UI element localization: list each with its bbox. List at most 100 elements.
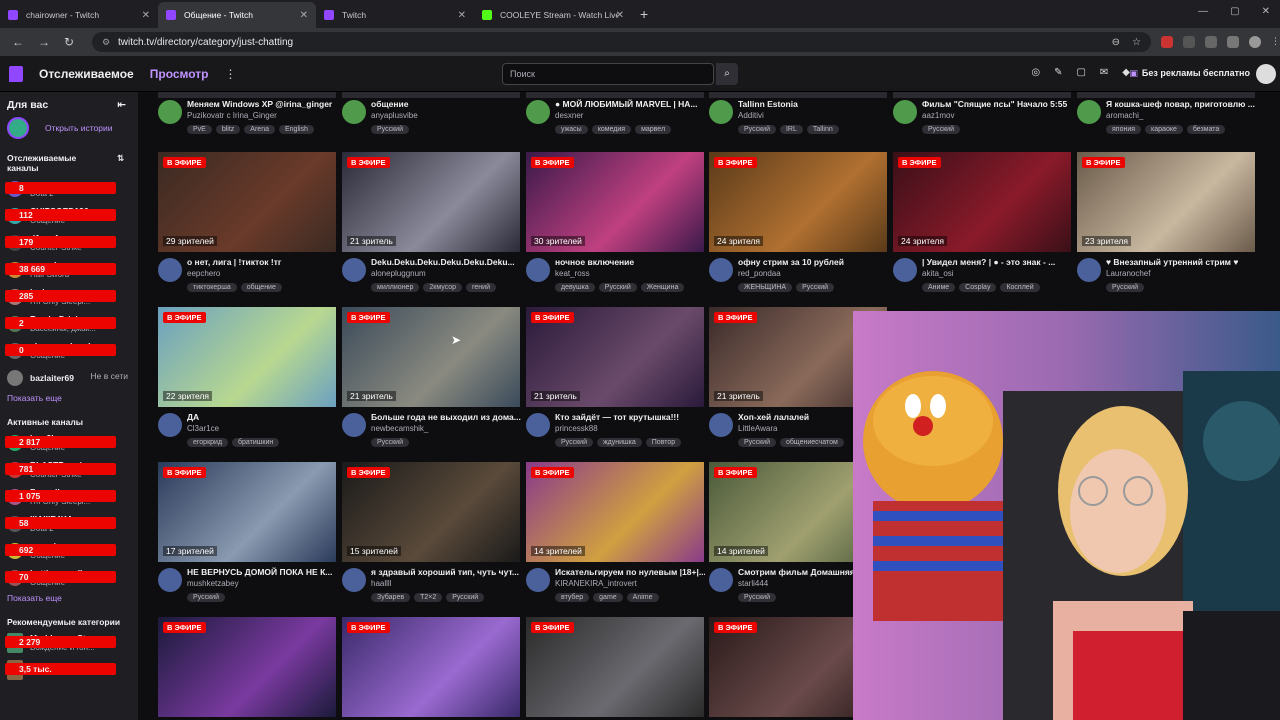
stream-card[interactable]: В ЭФИРЕ 14 зрителей Искательгируем по нуле… [526, 462, 705, 608]
tag[interactable]: Повтор [645, 438, 682, 447]
sidebar-channel[interactable]: caseoh_Half Sword38 669 [0, 256, 138, 283]
channel-name[interactable]: starli444 [738, 579, 768, 588]
tag[interactable]: Русский [555, 438, 593, 447]
sidebar-channel[interactable]: leva2kОбщение2 817 [0, 429, 138, 456]
close-window-icon[interactable]: ✕ [1262, 6, 1270, 17]
channel-name[interactable]: aromachi_ [1106, 111, 1143, 120]
stream-thumbnail[interactable]: В ЭФИРЕ 17 зрителей [158, 462, 336, 562]
kebab-menu-icon[interactable]: ⋮ [1271, 36, 1280, 48]
stream-card[interactable]: В ЭФИРЕ 24 зрителя офну стрим за 10 рублей… [709, 152, 887, 298]
tag[interactable]: общение [240, 283, 282, 292]
adblock-extension-icon[interactable] [1160, 36, 1173, 48]
stream-card[interactable]: В ЭФИРЕ 29 зрителей о нет, лига | !тикток … [158, 152, 336, 298]
prime-crown-icon[interactable]: ◎ [1031, 67, 1040, 78]
stream-card[interactable]: В ЭФИРЕ 23 зрителя ♥ Внезапный утренний ст… [1077, 152, 1255, 298]
channel-name[interactable]: anyaplusvibe [371, 111, 418, 120]
stream-title[interactable]: ● МОЙ ЛЮБИМЫЙ MARVEL | НА... [555, 99, 705, 109]
bookmark-star-icon[interactable]: ☆ [1132, 37, 1141, 48]
browser-tab[interactable]: Общение - Twitch ✕ [158, 2, 316, 28]
browser-tab[interactable]: Twitch ✕ [316, 2, 474, 28]
tag[interactable]: караоке [1145, 125, 1183, 134]
stream-card[interactable]: В ЭФИРЕ [158, 617, 336, 717]
stream-card[interactable]: В ЭФИРЕ 21 зритель Кто зайдёт — тот крутыш… [526, 307, 704, 453]
stream-title[interactable]: офну стрим за 10 рублей [738, 257, 888, 267]
tag[interactable]: Женщина [640, 283, 685, 292]
channel-name[interactable]: alonepluggnum [371, 269, 426, 278]
channel-avatar[interactable] [342, 100, 366, 124]
tag[interactable]: Косплей [1000, 283, 1040, 292]
stream-thumbnail[interactable]: В ЭФИРЕ [158, 617, 336, 717]
browser-tab[interactable]: chairowner - Twitch ✕ [0, 2, 158, 28]
channel-avatar[interactable] [526, 413, 550, 437]
channel-name[interactable]: KIRANEKIRA_introvert [555, 579, 637, 588]
stream-thumbnail[interactable]: В ЭФИРЕ 14 зрителей [526, 462, 704, 562]
tag[interactable]: 2кмусор [423, 283, 462, 292]
channel-name[interactable]: newbecamshik_ [371, 424, 428, 433]
channel-name[interactable]: Additivi [738, 111, 764, 120]
tag[interactable]: Аниме [922, 283, 956, 292]
sidebar-channel[interactable]: FasoolkaI'm Only Sleepi...1 075 [0, 483, 138, 510]
tag[interactable]: Русский [371, 438, 409, 447]
sort-icon[interactable]: ⇅ [117, 153, 124, 173]
tag[interactable]: гений [466, 283, 496, 292]
stream-title[interactable]: | Увидел меня? | ● - это знак - ... [922, 257, 1072, 267]
show-more-active[interactable]: Показать еще [0, 591, 138, 609]
channel-avatar[interactable] [158, 413, 182, 437]
stream-thumbnail[interactable]: В ЭФИРЕ 21 зритель [526, 307, 704, 407]
stream-title[interactable]: ночное включение [555, 257, 705, 267]
stream-thumbnail[interactable]: В ЭФИРЕ [526, 617, 704, 717]
tag[interactable]: Русский [446, 593, 485, 602]
tag[interactable]: Русский [187, 593, 225, 602]
channel-name[interactable]: LittleAwara [738, 424, 777, 433]
zoom-icon[interactable]: ⊖ [1112, 37, 1120, 48]
sidebar-channel[interactable]: uuraniummmОбщение692 [0, 537, 138, 564]
stream-card[interactable]: В ЭФИРЕ [342, 617, 520, 717]
stream-card-partial[interactable]: общение anyaplusvibe Русский [342, 92, 520, 142]
stream-card[interactable]: В ЭФИРЕ 21 зритель Deku.Deku.Deku.Deku.Dek… [342, 152, 520, 298]
sidebar-channel[interactable]: hottie_oxuelloОбщение70 [0, 564, 138, 591]
stream-card[interactable]: В ЭФИРЕ 21 зритель Больше года не выходил … [342, 307, 521, 453]
user-avatar[interactable] [1256, 64, 1276, 84]
channel-name[interactable]: haallll [371, 579, 391, 588]
stream-card-partial[interactable]: Я кошка-шеф повар, приготовлю ... aromach… [1077, 92, 1255, 142]
tag[interactable]: Русский [738, 125, 776, 134]
stream-card[interactable]: В ЭФИРЕ 30 зрителей ночное включение keat_r… [526, 152, 704, 298]
forward-icon[interactable]: → [38, 35, 52, 49]
channel-name[interactable]: Puzikovatr с Irina_Ginger [187, 111, 277, 120]
minimize-icon[interactable]: — [1198, 6, 1208, 17]
stream-card[interactable]: В ЭФИРЕ [526, 617, 704, 717]
tag[interactable]: марвел [635, 125, 672, 134]
tag[interactable]: Русский [371, 125, 409, 134]
collapse-sidebar-icon[interactable]: ⇤ [117, 99, 126, 111]
channel-name[interactable]: keat_ross [555, 269, 590, 278]
stream-thumbnail[interactable]: В ЭФИРЕ 21 зритель [342, 152, 520, 252]
tag[interactable]: Anime [626, 593, 659, 602]
tag[interactable]: ждунишка [596, 438, 642, 447]
tag[interactable]: IRL [779, 125, 803, 134]
channel-avatar[interactable] [893, 100, 917, 124]
close-tab-icon[interactable]: ✕ [142, 10, 150, 21]
tag[interactable]: Русский [598, 283, 637, 292]
tag[interactable]: Cosplay [959, 283, 997, 292]
url-field[interactable]: ⚙ twitch.tv/directory/category/just-chat… [91, 32, 1151, 52]
tag[interactable]: Т2×2 [414, 593, 443, 602]
channel-avatar[interactable] [1077, 258, 1101, 282]
stream-thumbnail[interactable]: В ЭФИРЕ 24 зрителя [709, 152, 887, 252]
extension-icon[interactable] [1182, 36, 1195, 48]
tag[interactable]: Arena [244, 125, 275, 134]
channel-avatar[interactable] [342, 258, 366, 282]
tag[interactable]: миллионер [371, 283, 420, 292]
channel-avatar[interactable] [893, 258, 917, 282]
tag[interactable]: Русский [796, 283, 835, 292]
tag[interactable]: blitz [215, 125, 241, 134]
back-icon[interactable]: ← [12, 35, 26, 49]
stories-button[interactable]: Открыть истории [0, 111, 138, 145]
puzzle-icon[interactable] [1204, 36, 1217, 48]
stream-title[interactable]: ♥ Внезапный утренний стрим ♥ [1106, 257, 1256, 267]
sidebar-channel[interactable]: d1pro4Counter-Strike179 [0, 229, 138, 256]
channel-name[interactable]: eepchero [187, 269, 220, 278]
menu-lines-icon[interactable] [1226, 36, 1239, 48]
sidebar-channel[interactable]: CHIPSOED196Общение112 [0, 202, 138, 229]
new-tab-icon[interactable]: + [640, 6, 648, 22]
activity-feed-icon[interactable]: ▢ [1076, 67, 1085, 78]
